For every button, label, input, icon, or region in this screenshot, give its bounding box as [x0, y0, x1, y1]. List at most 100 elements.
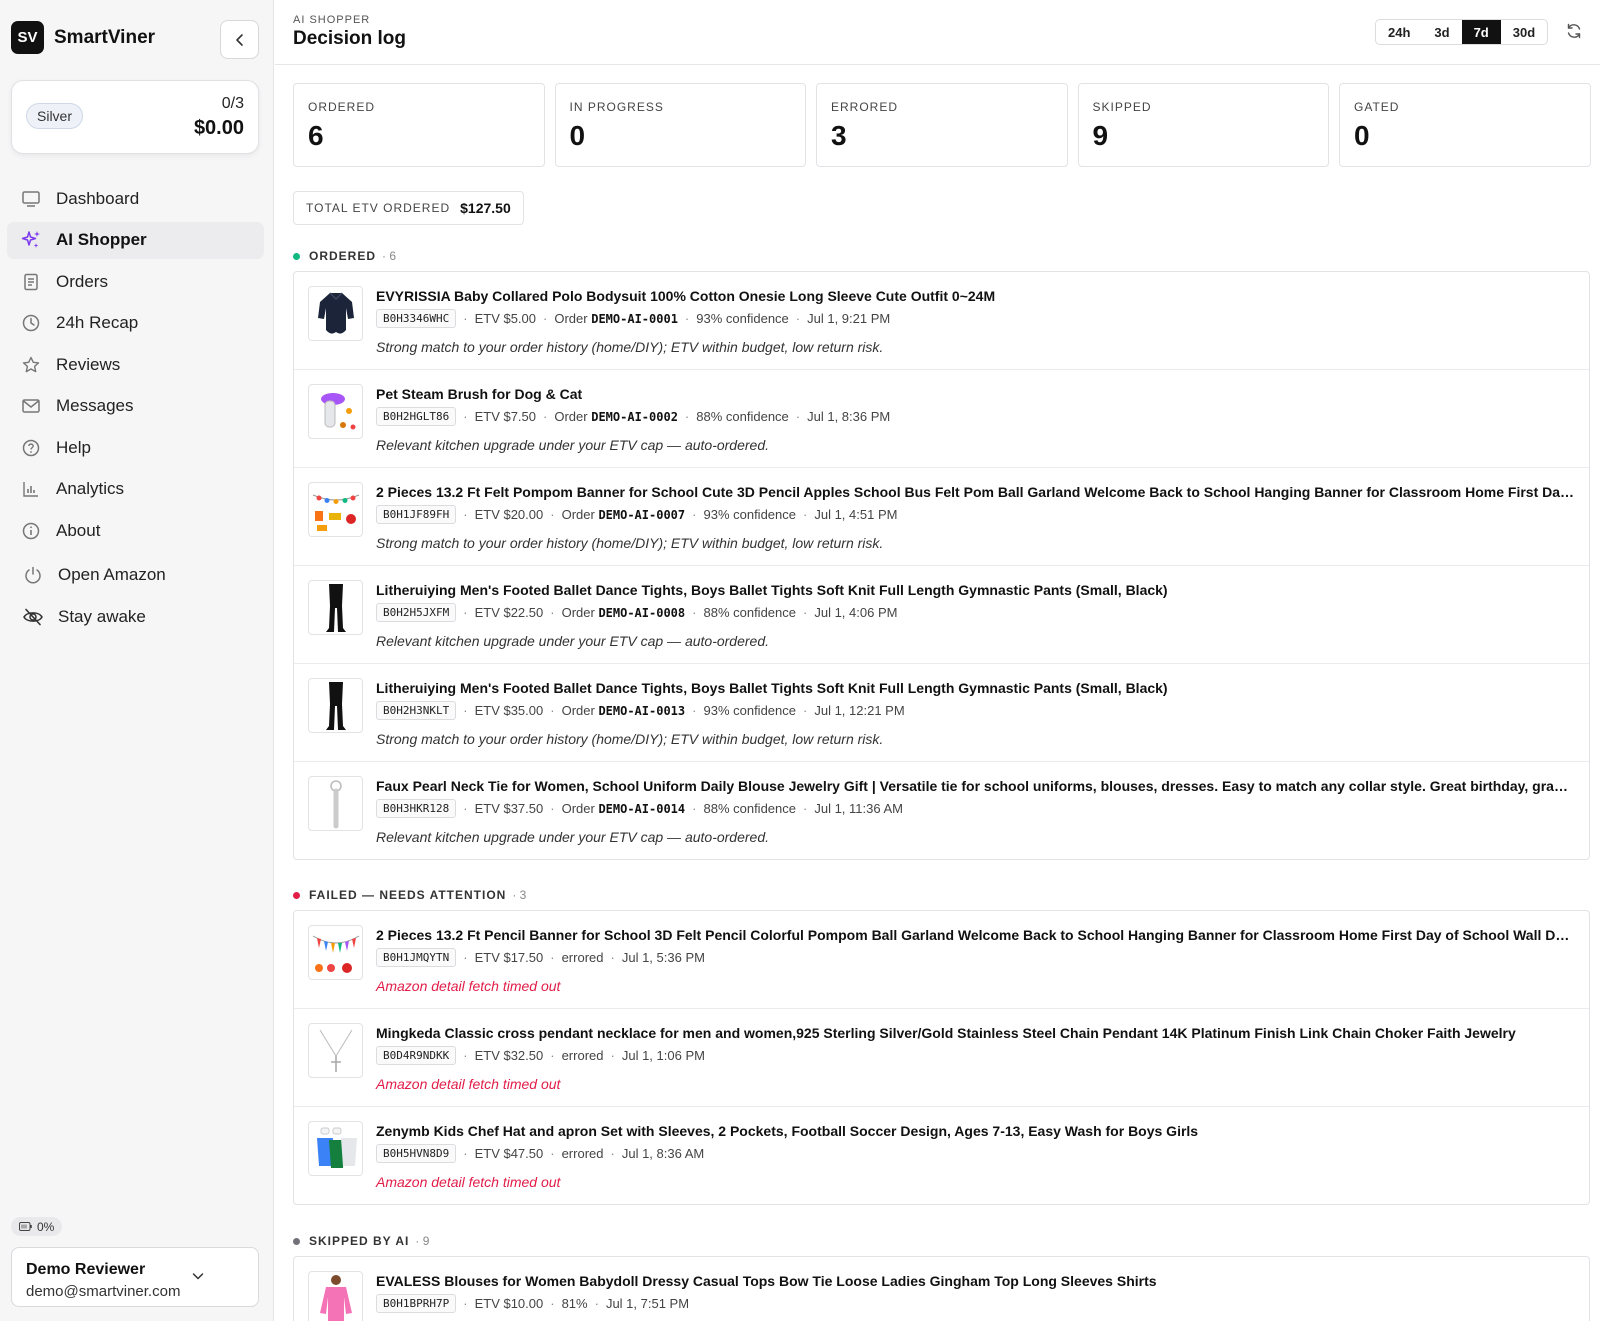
- stat-label: ERRORED: [831, 100, 899, 114]
- failed-list: 2 Pieces 13.2 Ft Pencil Banner for Schoo…: [293, 910, 1590, 1205]
- asin-tag: B0H1BPRH7P: [376, 1294, 457, 1313]
- sidebar-item-label: About: [56, 520, 101, 540]
- info-icon: [20, 520, 42, 542]
- timestamp: Jul 1, 1:06 PM: [621, 1048, 705, 1063]
- order-prefix: Order: [561, 507, 595, 522]
- etv-value: ETV $35.00: [474, 703, 544, 718]
- order-id: DEMO-AI-0002: [591, 409, 678, 424]
- list-item[interactable]: EVYRISSIA Baby Collared Polo Bodysuit 10…: [294, 272, 1589, 370]
- sidebar-item-dashboard[interactable]: Dashboard: [7, 180, 264, 217]
- range-30d-button[interactable]: 30d: [1501, 20, 1547, 44]
- product-thumbnail: [308, 678, 363, 733]
- stat-gated: GATED 0: [1339, 83, 1591, 167]
- timestamp: Jul 1, 7:51 PM: [605, 1296, 690, 1311]
- stat-ordered: ORDERED 6: [293, 83, 545, 167]
- total-etv-badge: TOTAL ETV ORDERED $127.50: [293, 191, 524, 225]
- page-header: AI SHOPPER Decision log 24h 3d 7d 30d: [275, 0, 1600, 65]
- product-meta: B0D4R9NDKK · ETV $32.50 · errored · Jul 1, …: [376, 1046, 705, 1065]
- range-7d-button[interactable]: 7d: [1461, 20, 1501, 44]
- range-3d-button[interactable]: 3d: [1422, 20, 1461, 44]
- user-name: Demo Reviewer: [26, 1261, 146, 1278]
- list-item[interactable]: 2 Pieces 13.2 Ft Felt Pompom Banner for …: [294, 468, 1589, 566]
- product-meta: B0H2H5JXFM · ETV $22.50 · Order DEMO-AI-00…: [376, 603, 897, 622]
- section-label: FAILED — NEEDS ATTENTION: [309, 888, 507, 902]
- open-amazon-label: Open Amazon: [58, 564, 166, 584]
- list-item[interactable]: Faux Pearl Neck Tie for Women, School Un…: [294, 762, 1589, 859]
- stat-value: 9: [1092, 120, 1109, 151]
- product-title: Pet Steam Brush for Dog & Cat: [376, 386, 583, 402]
- product-thumbnail: [308, 776, 363, 831]
- sidebar-item-analytics[interactable]: Analytics: [7, 471, 264, 508]
- stay-awake-toggle[interactable]: Stay awake: [7, 596, 264, 638]
- asin-tag: B0H1JF89FH: [376, 505, 457, 524]
- stat-in-progress: IN PROGRESS 0: [554, 83, 806, 167]
- product-meta: B0H1JMQYTN · ETV $17.50 · errored · Jul 1, …: [376, 948, 705, 967]
- sidebar-item-reviews[interactable]: Reviews: [7, 346, 264, 383]
- stat-label: ORDERED: [308, 100, 376, 114]
- asin-tag: B0H2HGLT86: [376, 407, 457, 426]
- stat-skipped: SKIPPED 9: [1077, 83, 1329, 167]
- sidebar-item-help[interactable]: Help: [7, 429, 264, 466]
- order-prefix: Order: [554, 311, 588, 326]
- list-item[interactable]: EVALESS Blouses for Women Babydoll Dress…: [294, 1257, 1589, 1321]
- user-menu[interactable]: Demo Reviewer demo@smartviner.com: [11, 1247, 259, 1307]
- monitor-icon: [20, 188, 42, 210]
- section-count: · 9: [415, 1234, 430, 1248]
- chevron-down-icon: [192, 1273, 204, 1280]
- etv-value: ETV $32.50: [474, 1048, 544, 1063]
- tier-badge: Silver: [26, 103, 84, 129]
- open-amazon-button[interactable]: Open Amazon: [7, 554, 264, 596]
- order-prefix: Order: [561, 801, 595, 816]
- refresh-icon[interactable]: [1565, 22, 1583, 40]
- etv-value: ETV $37.50: [474, 801, 544, 816]
- sidebar-item-messages[interactable]: Messages: [7, 388, 264, 425]
- stat-value: 3: [831, 120, 847, 151]
- battery-level: 0%: [37, 1219, 55, 1234]
- decision-reason: Strong match to your order history (home…: [376, 535, 884, 551]
- total-etv-value: $127.50: [460, 200, 511, 216]
- product-thumbnail: [308, 482, 363, 537]
- sidebar-item-orders[interactable]: Orders: [7, 263, 264, 300]
- confidence: 93% confidence: [696, 311, 789, 326]
- section-ordered-header: ORDERED · 6: [293, 249, 396, 263]
- sidebar-item-ai-shopper[interactable]: AI Shopper: [7, 221, 264, 259]
- stay-awake-label: Stay awake: [58, 606, 146, 626]
- timestamp: Jul 1, 11:36 AM: [814, 801, 903, 816]
- stat-label: GATED: [1354, 100, 1400, 114]
- product-title: Mingkeda Classic cross pendant necklace …: [376, 1025, 1516, 1041]
- etv-value: ETV $10.00: [474, 1296, 544, 1311]
- product-thumbnail: [308, 1271, 363, 1321]
- etv-value: ETV $17.50: [474, 950, 544, 965]
- section-label: SKIPPED BY AI: [309, 1234, 410, 1248]
- list-item[interactable]: Mingkeda Classic cross pendant necklace …: [294, 1009, 1589, 1107]
- list-item[interactable]: Zenymb Kids Chef Hat and apron Set with …: [294, 1107, 1589, 1204]
- order-prefix: Order: [561, 703, 595, 718]
- sidebar-item-label: AI Shopper: [56, 230, 147, 249]
- product-thumbnail: [308, 580, 363, 635]
- confidence: 88% confidence: [703, 605, 796, 620]
- list-item[interactable]: 2 Pieces 13.2 Ft Pencil Banner for Schoo…: [294, 911, 1589, 1009]
- eye-off-icon: [22, 606, 44, 628]
- sidebar-item-about[interactable]: About: [7, 512, 264, 549]
- collapse-sidebar-button[interactable]: [220, 20, 259, 59]
- battery-indicator: 0%: [11, 1217, 63, 1236]
- product-title: EVALESS Blouses for Women Babydoll Dress…: [376, 1273, 1157, 1289]
- list-item[interactable]: Litheruiying Men's Footed Ballet Dance T…: [294, 664, 1589, 762]
- list-item[interactable]: Pet Steam Brush for Dog & Cat B0H2HGLT86…: [294, 370, 1589, 468]
- section-count: · 6: [382, 249, 397, 263]
- asin-tag: B0H2H5JXFM: [376, 603, 457, 622]
- brand[interactable]: SV SmartViner: [11, 21, 155, 54]
- bar-chart-icon: [20, 478, 42, 500]
- page-eyebrow: AI SHOPPER: [293, 14, 371, 26]
- section-failed-header: FAILED — NEEDS ATTENTION · 3: [293, 888, 526, 902]
- tier-card: Silver 0/3 $0.00: [11, 80, 259, 154]
- order-prefix: Order: [554, 409, 588, 424]
- section-label: ORDERED: [309, 249, 377, 263]
- error-message: Amazon detail fetch timed out: [376, 1174, 561, 1190]
- product-meta: B0H1BPRH7P · ETV $10.00 · 81% · Jul 1, 7:51…: [376, 1294, 689, 1313]
- range-24h-button[interactable]: 24h: [1376, 20, 1422, 44]
- brand-name: SmartViner: [54, 26, 156, 48]
- sidebar-item-24h-recap[interactable]: 24h Recap: [7, 305, 264, 342]
- list-item[interactable]: Litheruiying Men's Footed Ballet Dance T…: [294, 566, 1589, 664]
- status-text: errored: [561, 950, 604, 965]
